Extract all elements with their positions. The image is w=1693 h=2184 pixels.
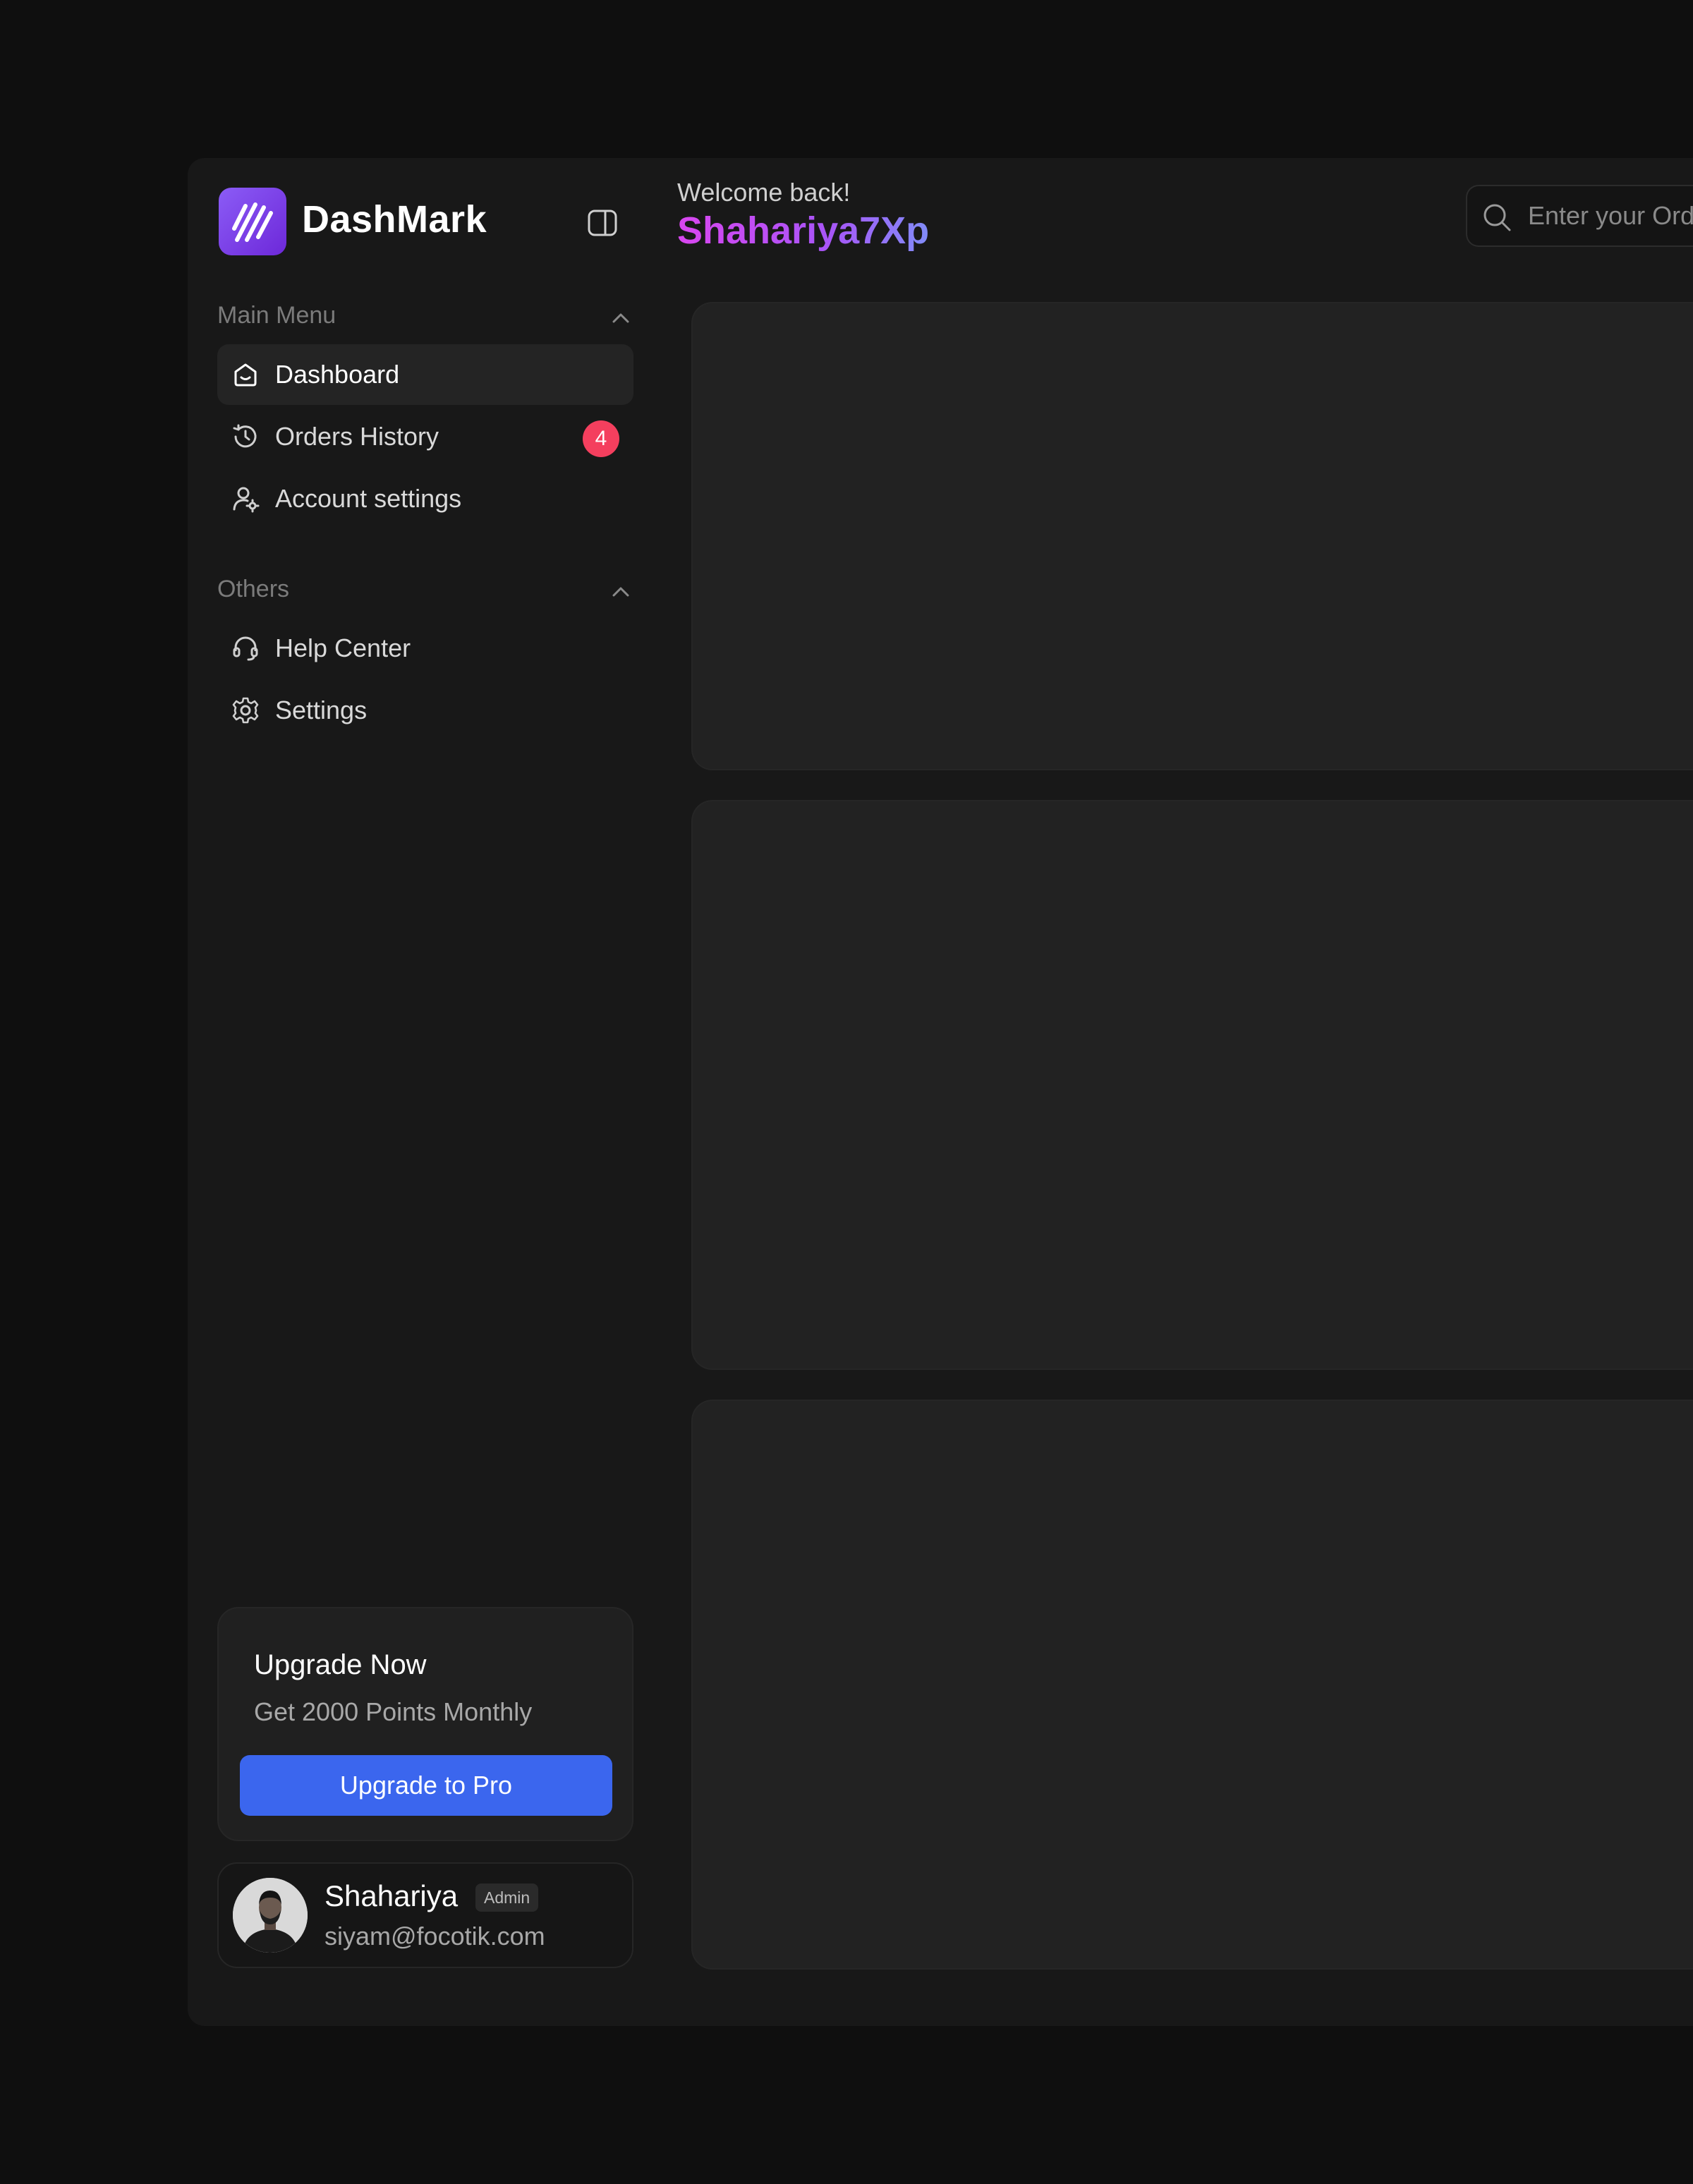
history-icon (233, 424, 257, 448)
headset-icon (233, 636, 258, 661)
sidebar-item-label: Help Center (275, 633, 411, 662)
sidebar-item-label: Dashboard (275, 360, 400, 389)
search-icon (1483, 204, 1511, 231)
user-settings-icon (233, 487, 260, 513)
others-title: Others (217, 576, 290, 602)
upgrade-card: Upgrade Now Get 2000 Points Monthly Upgr… (217, 1607, 633, 1841)
upgrade-subtitle: Get 2000 Points Monthly (254, 1697, 533, 1726)
sidebar-item-label: Settings (275, 696, 368, 724)
sidebar-item-label: Orders History (275, 422, 439, 451)
user-name: Shahariya (324, 1879, 459, 1912)
home-icon (234, 363, 257, 387)
sidebar-item-label: Account settings (275, 484, 462, 513)
orders-count-badge: 4 (583, 420, 619, 457)
avatar[interactable] (233, 1878, 308, 1953)
app-shell: DashMark Main Menu Dashboard Orders Hist… (188, 158, 1693, 2026)
brand-logo-icon[interactable] (219, 188, 286, 255)
content-panel-1 (691, 302, 1693, 770)
main-menu-title: Main Menu (217, 302, 336, 329)
user-email: siyam@focotik.com (324, 1922, 545, 1951)
main-menu-header[interactable]: Main Menu (217, 302, 633, 334)
order-search[interactable] (1466, 185, 1693, 247)
sidebar-item-dashboard[interactable]: Dashboard (217, 344, 633, 405)
sidebar-item-help-center[interactable]: Help Center (217, 618, 633, 679)
sidebar-item-orders-history[interactable]: Orders History 4 (217, 406, 633, 467)
upgrade-title: Upgrade Now (254, 1649, 427, 1680)
page-title-username: Shahariya7Xp (677, 210, 930, 252)
upgrade-to-pro-button[interactable]: Upgrade to Pro (240, 1755, 612, 1816)
order-id-search-input[interactable] (1528, 196, 1693, 236)
sidebar-item-settings[interactable]: Settings (217, 680, 633, 741)
welcome-text: Welcome back! (677, 178, 851, 207)
user-role-badge: Admin (475, 1883, 539, 1912)
chevron-up-icon[interactable] (608, 306, 633, 332)
sidebar-toggle-icon[interactable] (587, 209, 618, 237)
others-header[interactable]: Others (217, 576, 633, 608)
brand-name: DashMark (302, 198, 487, 241)
content-panel-3 (691, 1400, 1693, 1970)
content-panel-2 (691, 800, 1693, 1370)
sidebar-item-account-settings[interactable]: Account settings (217, 468, 633, 529)
gear-icon (232, 697, 259, 724)
user-profile-card[interactable]: Shahariya Admin siyam@focotik.com (217, 1862, 633, 1968)
chevron-up-icon[interactable] (608, 580, 633, 605)
